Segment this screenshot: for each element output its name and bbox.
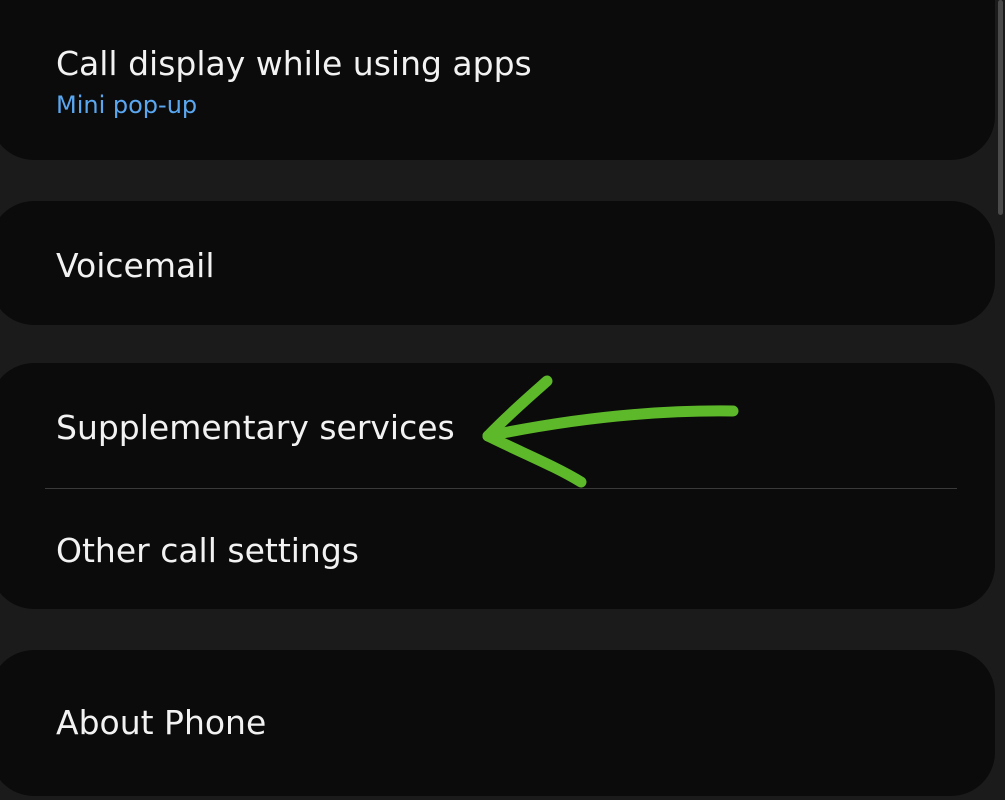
call-display-title: Call display while using apps [56, 44, 532, 83]
call-display-value: Mini pop-up [56, 91, 198, 119]
call-display-setting[interactable]: Call display while using apps Mini pop-u… [56, 44, 965, 120]
about-phone-setting[interactable]: About Phone [56, 703, 965, 743]
voicemail-title: Voicemail [56, 246, 215, 285]
settings-card-services [0, 363, 995, 609]
scrollbar[interactable] [998, 0, 1003, 215]
supplementary-services-title: Supplementary services [56, 408, 455, 447]
voicemail-setting[interactable]: Voicemail [56, 246, 965, 286]
call-settings-screen: Call display while using apps Mini pop-u… [0, 0, 1005, 800]
other-call-settings-setting[interactable]: Other call settings [56, 531, 965, 571]
about-phone-title: About Phone [56, 703, 267, 742]
supplementary-services-setting[interactable]: Supplementary services [56, 408, 965, 448]
other-call-settings-title: Other call settings [56, 531, 359, 570]
settings-divider [45, 488, 957, 489]
